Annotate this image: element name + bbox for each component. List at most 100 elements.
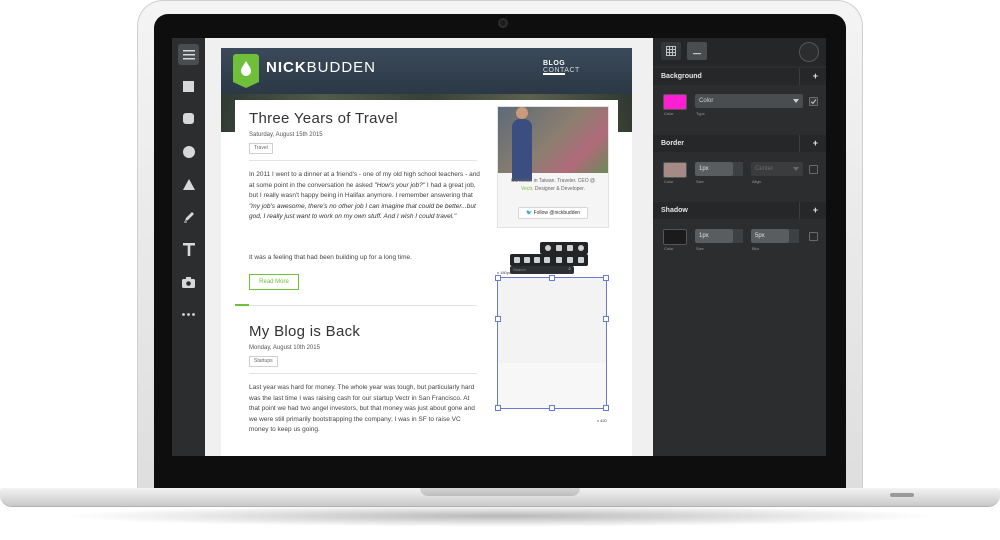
- align-center-icon[interactable]: [524, 257, 530, 263]
- distribute-icon[interactable]: [556, 257, 562, 263]
- content-area: Three Years of Travel Saturday, August 1…: [235, 100, 618, 456]
- design-canvas[interactable]: NICKBUDDEN BLOG CONTACT Three Years of T…: [205, 38, 653, 456]
- search-icon: ⌕: [568, 266, 571, 272]
- grid-view-icon[interactable]: [661, 42, 681, 60]
- panel-top-bar: [653, 38, 826, 66]
- follow-button[interactable]: 🐦 Follow @nickbudden: [518, 207, 588, 219]
- border-size-stepper[interactable]: [733, 162, 743, 176]
- menu-icon[interactable]: [178, 44, 199, 65]
- site-nav: BLOG CONTACT: [543, 60, 632, 75]
- post-date: Saturday, August 15th 2015: [249, 132, 323, 138]
- header-divider: [799, 135, 800, 152]
- border-color-swatch[interactable]: [663, 162, 687, 178]
- section-title: Shadow: [661, 207, 688, 214]
- rectangle-icon[interactable]: [178, 76, 199, 97]
- person-head: [516, 107, 528, 119]
- field-label: Align: [752, 179, 761, 184]
- shadow-color-swatch[interactable]: [663, 229, 687, 245]
- boolean-subtract-icon[interactable]: [556, 245, 562, 251]
- chevron-down-icon: [793, 167, 799, 171]
- align-top-icon[interactable]: [544, 257, 550, 263]
- text-icon[interactable]: [178, 239, 199, 260]
- blog-artboard[interactable]: NICKBUDDEN BLOG CONTACT Three Years of T…: [221, 48, 632, 456]
- border-section-header[interactable]: Border +: [653, 135, 826, 152]
- post-title[interactable]: Three Years of Travel: [249, 110, 398, 127]
- border-align-select[interactable]: Center: [751, 162, 803, 176]
- divider: [249, 373, 477, 374]
- nav-contact[interactable]: CONTACT: [543, 67, 580, 74]
- circle-icon[interactable]: [178, 141, 199, 162]
- camera: [498, 18, 508, 28]
- field-label: Blur: [752, 246, 760, 251]
- post-separator: [235, 305, 477, 306]
- field-label: Color: [664, 179, 674, 184]
- background-type-select[interactable]: Color: [695, 94, 803, 108]
- resize-handle-br[interactable]: [603, 405, 609, 411]
- border-size-input[interactable]: 1px: [695, 162, 733, 176]
- background-section-header[interactable]: Background +: [653, 68, 826, 85]
- section-title: Border: [661, 140, 684, 147]
- shadow-blur-stepper[interactable]: [789, 229, 799, 243]
- align-bottom-icon[interactable]: [578, 257, 584, 263]
- logo-drop-icon: [233, 54, 259, 88]
- post-excerpt: Last year was hard for money. The whole …: [249, 384, 475, 433]
- shadow-size-stepper[interactable]: [733, 229, 743, 243]
- laptop-notch: [420, 488, 580, 496]
- post-title[interactable]: My Blog is Back: [249, 323, 360, 340]
- align-right-icon[interactable]: [534, 257, 540, 263]
- resize-handle-tr[interactable]: [603, 275, 609, 281]
- selected-shape[interactable]: [495, 275, 609, 365]
- field-label: Size: [696, 246, 704, 251]
- add-shadow-icon[interactable]: +: [813, 202, 818, 219]
- field-label: Size: [696, 179, 704, 184]
- rounded-rectangle-icon[interactable]: [178, 108, 199, 129]
- background-enabled-checkbox[interactable]: [809, 97, 818, 106]
- shadow-enabled-checkbox[interactable]: [809, 232, 818, 241]
- align-middle-icon[interactable]: [567, 257, 573, 263]
- add-border-icon[interactable]: +: [813, 135, 818, 152]
- resize-handle-l[interactable]: [495, 316, 501, 322]
- section-title: Background: [661, 73, 702, 80]
- resize-handle-bl[interactable]: [495, 405, 501, 411]
- user-avatar[interactable]: [799, 42, 819, 62]
- post-tag[interactable]: Startups: [249, 356, 278, 367]
- toolbar-search[interactable]: Search ⌕: [510, 266, 574, 274]
- profile-card[interactable]: Canadian in Taiwan. Traveler. CEO @ Vect…: [497, 106, 609, 228]
- layers-view-icon[interactable]: [687, 42, 707, 60]
- resize-handle-b[interactable]: [549, 405, 555, 411]
- boolean-exclude-icon[interactable]: [578, 245, 584, 251]
- selected-shape-lower[interactable]: [495, 363, 609, 411]
- site-logo[interactable]: NICKBUDDEN: [266, 59, 376, 76]
- align-left-icon[interactable]: [514, 257, 520, 263]
- divider: [249, 160, 477, 161]
- tools-toolbar: [172, 38, 205, 456]
- add-background-icon[interactable]: +: [813, 68, 818, 85]
- image-icon[interactable]: [178, 272, 199, 293]
- search-placeholder: Search: [513, 267, 526, 272]
- resize-handle-t[interactable]: [549, 275, 555, 281]
- toolbar-top-row: [540, 242, 588, 254]
- border-enabled-checkbox[interactable]: [809, 165, 818, 174]
- shadow-section-header[interactable]: Shadow +: [653, 202, 826, 219]
- pen-icon[interactable]: [178, 206, 199, 227]
- boolean-union-icon[interactable]: [545, 245, 551, 251]
- header-divider: [799, 202, 800, 219]
- profile-bio: Canadian in Taiwan. Traveler. CEO @ Vect…: [510, 178, 596, 192]
- post-tag[interactable]: Travel: [249, 143, 273, 154]
- post-excerpt-2: It was a feeling that had been building …: [249, 254, 412, 261]
- triangle-icon[interactable]: [178, 174, 199, 195]
- resize-handle-tl[interactable]: [495, 275, 501, 281]
- field-label: Color: [664, 246, 674, 251]
- chevron-down-icon: [793, 99, 799, 103]
- more-icon[interactable]: [178, 304, 199, 325]
- app-screen: NICKBUDDEN BLOG CONTACT Three Years of T…: [172, 38, 826, 456]
- person-body: [512, 119, 532, 181]
- shadow-size-input[interactable]: 1px: [695, 229, 733, 243]
- inspector-panel: Background + Color Color Type Border + C…: [653, 38, 826, 456]
- resize-handle-r[interactable]: [603, 316, 609, 322]
- shadow-blur-input[interactable]: 5px: [751, 229, 789, 243]
- read-more-button[interactable]: Read More: [249, 274, 299, 290]
- boolean-intersect-icon[interactable]: [567, 245, 573, 251]
- separator-accent: [235, 304, 249, 306]
- background-color-swatch[interactable]: [663, 94, 687, 110]
